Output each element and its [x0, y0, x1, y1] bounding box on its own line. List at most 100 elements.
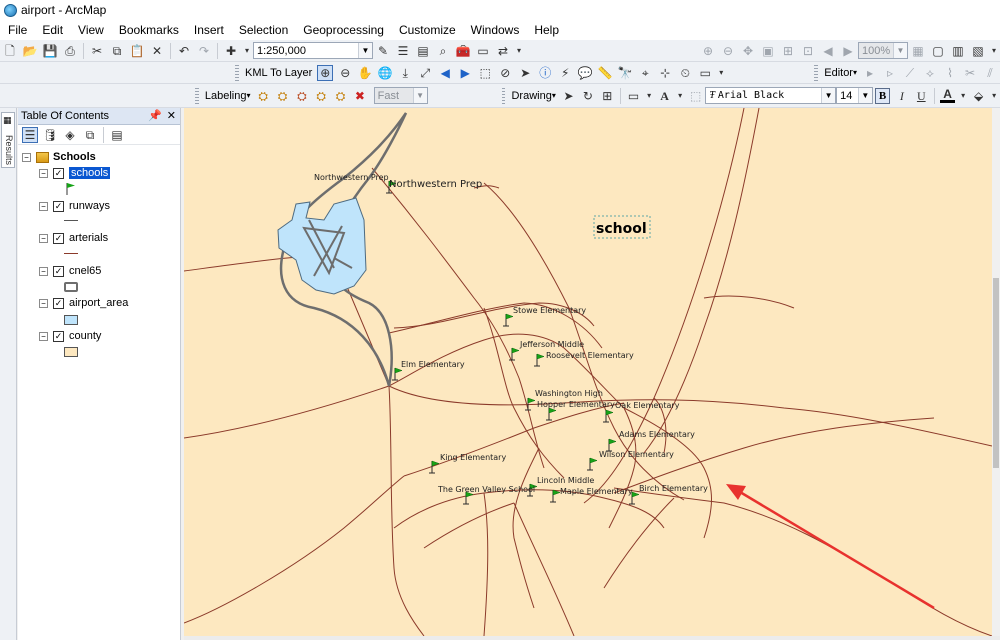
find-route-icon[interactable]: ⌖	[637, 65, 653, 81]
school-flag-icon[interactable]	[391, 367, 403, 381]
school-flag-icon[interactable]	[586, 457, 598, 471]
edit-tool-icon[interactable]: ▸	[862, 65, 878, 81]
menu-selection[interactable]: Selection	[237, 22, 290, 38]
search-window-icon[interactable]: ⌕	[435, 43, 451, 59]
focus-data-frame-icon[interactable]: ▢	[930, 43, 946, 59]
menu-insert[interactable]: Insert	[192, 22, 226, 38]
select-elements-arrow-icon[interactable]: ➤	[561, 88, 576, 104]
school-flag-icon[interactable]	[533, 353, 545, 367]
clear-selection-icon[interactable]: ⊘	[497, 65, 513, 81]
edit-annotation-icon[interactable]: ▹	[882, 65, 898, 81]
chevron-down-icon[interactable]: ▼	[358, 43, 372, 58]
school-flag-icon[interactable]	[549, 489, 561, 503]
layout-zoom-combo[interactable]: 100% ▼	[858, 42, 908, 59]
undo-icon[interactable]: ↶	[176, 43, 192, 59]
chevron-down-icon[interactable]: ▼	[412, 88, 427, 103]
auto-hide-pin-icon[interactable]: 📌	[148, 109, 162, 122]
dropdown-arrow-icon[interactable]: ▾	[676, 88, 684, 104]
map-canvas[interactable]: school Northwestern Prep Northwestern Pr…	[184, 108, 992, 636]
list-by-selection-icon[interactable]: ⧉	[82, 127, 98, 143]
bold-button[interactable]: B	[874, 87, 891, 104]
collapse-icon[interactable]: −	[39, 201, 48, 211]
straight-segment-icon[interactable]: ⟋	[902, 65, 918, 81]
toolbar-options-icon[interactable]: ▾	[515, 43, 523, 59]
add-data-icon[interactable]: ✚	[223, 43, 239, 59]
menu-windows[interactable]: Windows	[469, 22, 522, 38]
toc-layer-schools[interactable]: − ✓ schools	[39, 166, 111, 180]
hyperlink-icon[interactable]: ⚡	[557, 65, 573, 81]
delete-icon[interactable]: ✕	[149, 43, 165, 59]
select-features-icon[interactable]: ⬚	[477, 65, 493, 81]
map-scale-combo[interactable]: 1:250,000 ▼	[253, 42, 373, 59]
create-viewer-window-icon[interactable]: ▭	[697, 65, 713, 81]
drawing-menu-button[interactable]: Drawing ▾	[508, 90, 558, 102]
forward-extent-layout-icon[interactable]: ▶	[840, 43, 856, 59]
time-slider-icon[interactable]: ⏲	[677, 65, 693, 81]
go-forward-icon[interactable]: ▶	[457, 65, 473, 81]
toc-data-frame[interactable]: − Schools	[22, 150, 96, 164]
layer-visibility-checkbox[interactable]: ✓	[53, 167, 64, 179]
menu-geoprocessing[interactable]: Geoprocessing	[301, 22, 386, 38]
paste-icon[interactable]: 📋	[129, 43, 145, 59]
rectangle-icon[interactable]: ▭	[626, 88, 641, 104]
collapse-icon[interactable]: −	[39, 298, 48, 308]
full-extent-globe-icon[interactable]: 🌐	[377, 65, 393, 81]
scrollbar-thumb[interactable]	[993, 278, 999, 468]
label-quality-combo[interactable]: Fast ▼	[373, 87, 428, 104]
edit-vertices-drawing-icon[interactable]: ⬚	[688, 88, 703, 104]
change-layout-icon[interactable]: ▥	[950, 43, 966, 59]
html-popup-icon[interactable]: 💬	[577, 65, 593, 81]
rotate-icon[interactable]: ↻	[580, 88, 595, 104]
font-name-combo[interactable]: Ŧ Arial Black ▼	[705, 87, 837, 104]
menu-file[interactable]: File	[6, 22, 29, 38]
font-size-combo[interactable]: 14 ▼	[836, 87, 873, 104]
dropdown-arrow-icon[interactable]: ▾	[645, 88, 653, 104]
school-flag-icon[interactable]	[502, 313, 514, 327]
model-builder-icon[interactable]: ⇄	[495, 43, 511, 59]
layer-visibility-checkbox[interactable]: ✓	[53, 200, 64, 212]
fixed-zoom-out-icon[interactable]: ⤢	[417, 65, 433, 81]
italic-button[interactable]: I	[894, 88, 909, 104]
split-icon[interactable]: ⫽	[982, 65, 998, 81]
toc-layer-runways[interactable]: − ✓ runways	[39, 199, 110, 213]
collapse-icon[interactable]: −	[39, 233, 48, 243]
layer-visibility-checkbox[interactable]: ✓	[53, 265, 64, 277]
table-of-contents-icon[interactable]: ☰	[395, 43, 411, 59]
cut-icon[interactable]: ✂	[89, 43, 105, 59]
kml-to-layer-button[interactable]: KML To Layer	[245, 67, 312, 79]
menu-help[interactable]: Help	[532, 22, 561, 38]
find-binoculars-icon[interactable]: 🔭	[617, 65, 633, 81]
font-color-icon[interactable]: A	[939, 88, 956, 103]
data-driven-pages-icon[interactable]: ▧	[970, 43, 986, 59]
toc-layer-arterials[interactable]: − ✓ arterials	[39, 231, 108, 245]
measure-icon[interactable]: 📏	[597, 65, 613, 81]
fill-color-icon[interactable]: ⬙	[971, 88, 986, 104]
fixed-zoom-in-icon[interactable]: ⤓	[397, 65, 413, 81]
zoom-to-selected-elements-icon[interactable]: ⊞	[600, 88, 615, 104]
labeling-menu-button[interactable]: Labeling ▾	[202, 90, 254, 102]
collapse-icon[interactable]: −	[39, 331, 48, 341]
dropdown-arrow-icon[interactable]: ▾	[959, 88, 967, 104]
toc-layer-cnel65[interactable]: − ✓ cnel65	[39, 264, 101, 278]
fixed-zoom-in-icon[interactable]: ⊡	[800, 43, 816, 59]
open-folder-icon[interactable]: 📂	[22, 43, 38, 59]
zoom-100-icon[interactable]: ⊞	[780, 43, 796, 59]
collapse-icon[interactable]: −	[39, 266, 48, 276]
school-text-element[interactable]: school	[596, 221, 647, 237]
list-by-visibility-icon[interactable]: ◈	[62, 127, 78, 143]
close-icon[interactable]: ✕	[167, 109, 176, 122]
reshape-feature-icon[interactable]: ⌇	[942, 65, 958, 81]
toggle-draft-mode-icon[interactable]: ▦	[910, 43, 926, 59]
lock-labels-icon[interactable]: ⛭	[314, 88, 329, 104]
layout-zoom-out-icon[interactable]: ⊖	[720, 43, 736, 59]
go-to-xy-icon[interactable]: ⊹	[657, 65, 673, 81]
toc-layer-airport-area[interactable]: − ✓ airport_area	[39, 296, 128, 310]
toc-layer-county[interactable]: − ✓ county	[39, 329, 101, 343]
chevron-down-icon[interactable]: ▼	[893, 43, 907, 58]
results-tab[interactable]: ▦ Results	[1, 112, 15, 168]
menu-bookmarks[interactable]: Bookmarks	[117, 22, 181, 38]
layout-pan-icon[interactable]: ✥	[740, 43, 756, 59]
collapse-icon[interactable]: −	[22, 152, 31, 162]
arctoolbox-icon[interactable]: 🧰	[455, 43, 471, 59]
edit-vertices-icon[interactable]: ⟡	[922, 65, 938, 81]
